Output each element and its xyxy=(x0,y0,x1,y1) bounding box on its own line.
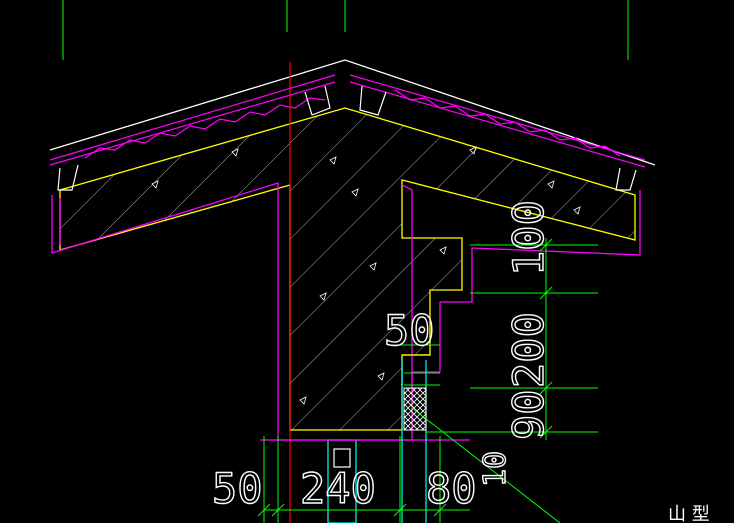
dim-240: 240 xyxy=(300,464,376,513)
dim-80: 80 xyxy=(426,464,477,513)
dim-90: 90 xyxy=(504,389,553,440)
dim-10: 10 xyxy=(478,451,513,487)
dim-100: 100 xyxy=(504,200,553,276)
top-guide-lines xyxy=(62,0,629,60)
corner-fragment-text: 山 型 xyxy=(668,504,710,523)
roof-ridge-section-drawing: 50 240 80 50 100 200 90 10 山 型 xyxy=(49,0,710,523)
dim-50-left: 50 xyxy=(212,464,263,513)
insulation-block xyxy=(403,387,427,431)
dim-50-mid: 50 xyxy=(384,306,435,355)
dim-200: 200 xyxy=(504,312,553,388)
